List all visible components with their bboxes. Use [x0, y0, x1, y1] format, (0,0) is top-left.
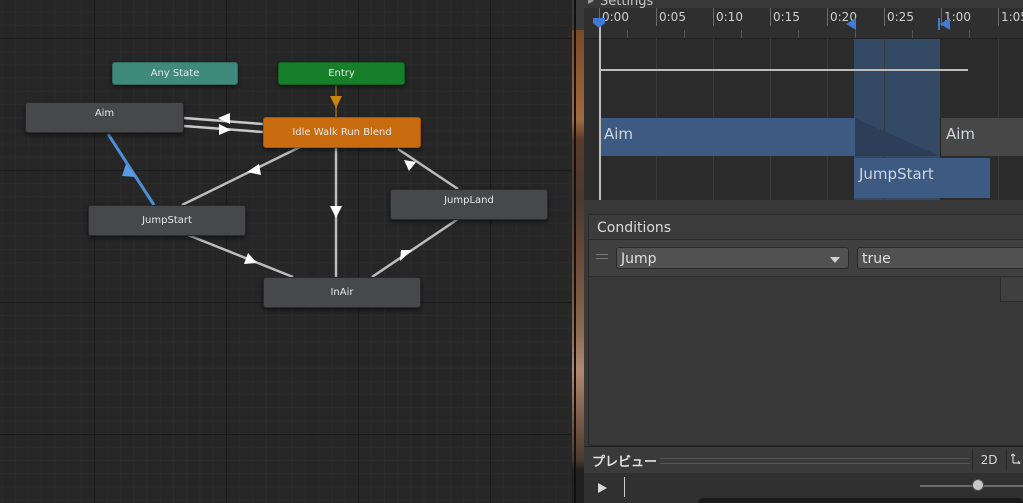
next-clip-bar[interactable]: Aim: [940, 118, 1023, 156]
preview-toolbar: プレビュー 2D: [584, 446, 1023, 473]
transition-inspector: ▶ Settings 0:00 0:05 0:10 0:15 0:20 0:25…: [584, 0, 1023, 503]
condition-value-dropdown[interactable]: true: [857, 247, 1023, 269]
arrow-idle-inair: [330, 206, 342, 218]
transition-aim-jumpstart[interactable]: [106, 133, 156, 206]
chevron-down-icon: [830, 257, 840, 263]
state-aim[interactable]: Aim: [25, 102, 184, 133]
playhead[interactable]: [599, 22, 601, 200]
state-jump-start[interactable]: JumpStart: [88, 205, 246, 236]
playback-speed-handle[interactable]: [972, 479, 984, 491]
destination-clip-bar[interactable]: JumpStart: [854, 158, 990, 198]
preview-2d-button[interactable]: 2D: [972, 449, 1005, 471]
preview-viewport: [698, 498, 1023, 503]
transition-jumpstart-inair[interactable]: [187, 233, 294, 279]
settings-foldout[interactable]: ▶ Settings: [584, 0, 653, 9]
ruler-tick: 0:15: [770, 8, 800, 26]
animator-graph[interactable]: Any State Entry Aim Idle Walk Run Blend …: [0, 0, 572, 503]
state-in-air[interactable]: InAir: [263, 277, 421, 308]
preview-drag-grip[interactable]: [660, 458, 970, 464]
transition-start-marker-icon[interactable]: [846, 18, 858, 30]
transition-inair-jumpland[interactable]: [371, 217, 459, 279]
preview-title: プレビュー: [592, 455, 658, 470]
state-idle-walk-run-blend[interactable]: Idle Walk Run Blend: [263, 117, 421, 148]
conditions-footer: [1000, 277, 1023, 302]
state-jump-land[interactable]: JumpLand: [390, 189, 548, 220]
drag-handle-icon[interactable]: [596, 254, 608, 259]
play-icon[interactable]: [592, 479, 612, 497]
foldout-arrow-icon: ▶: [588, 0, 595, 5]
ruler-tick: 1:05: [998, 8, 1023, 26]
condition-row[interactable]: Jump true: [589, 240, 1023, 277]
arrow-jumpland-idle: [404, 160, 416, 171]
preview-scrub-head[interactable]: [624, 477, 625, 497]
ruler-tick: 0:05: [656, 8, 686, 26]
ruler-tick: 0:10: [713, 8, 743, 26]
pivot-icon[interactable]: [1006, 449, 1023, 471]
condition-parameter-dropdown[interactable]: Jump: [616, 247, 849, 269]
arrow-entry: [330, 96, 342, 108]
ruler-tick: 0:25: [884, 8, 914, 26]
state-entry[interactable]: Entry: [278, 62, 405, 85]
transition-jumpland-idle[interactable]: [397, 147, 459, 191]
transition-end-marker-icon[interactable]: [938, 18, 950, 30]
conditions-panel: Conditions Jump true: [588, 214, 1023, 446]
conditions-header: Conditions: [589, 215, 1023, 240]
arrow-to-idle: [219, 124, 231, 135]
transition-jumpstart-idle[interactable]: [181, 145, 301, 207]
arrow-to-aim: [218, 113, 230, 124]
state-any-state[interactable]: Any State: [112, 62, 238, 85]
scene-view-edge: [572, 0, 584, 503]
transition-timeline[interactable]: 0:00 0:05 0:10 0:15 0:20 0:25 1:00 1:05 …: [584, 8, 1023, 200]
time-ruler: 0:00 0:05 0:10 0:15 0:20 0:25 1:00 1:05: [584, 8, 1023, 39]
weight-curve: [600, 69, 968, 71]
